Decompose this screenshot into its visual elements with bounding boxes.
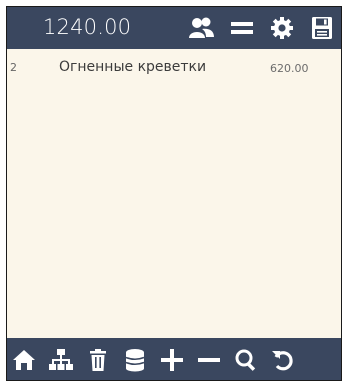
order-total: 1240.00 — [43, 15, 132, 39]
toolbar-actions — [10, 346, 341, 374]
refresh-icon[interactable] — [269, 347, 296, 374]
order-item-row[interactable]: 2 Огненные креветки 620.00 — [7, 53, 341, 77]
header-bar: 1240.00 — [7, 7, 341, 49]
plus-icon[interactable] — [158, 347, 185, 374]
users-icon[interactable] — [188, 15, 215, 42]
hierarchy-icon[interactable] — [47, 347, 74, 374]
header-actions — [188, 13, 335, 43]
item-price: 620.00 — [270, 62, 309, 75]
bottom-toolbar — [7, 338, 341, 380]
item-number: 2 — [10, 61, 17, 74]
minus-icon[interactable] — [195, 347, 222, 374]
item-name: Огненные креветки — [59, 59, 207, 75]
app-frame: 1240.00 2 Огненные креветки 620.00 — [6, 6, 342, 381]
search-icon[interactable] — [232, 347, 259, 374]
home-icon[interactable] — [10, 347, 37, 374]
menu-icon[interactable] — [228, 15, 255, 42]
order-items-list: 2 Огненные креветки 620.00 — [7, 49, 341, 338]
settings-icon[interactable] — [268, 15, 295, 42]
trash-icon[interactable] — [84, 347, 111, 374]
save-icon[interactable] — [308, 15, 335, 42]
database-icon[interactable] — [121, 347, 148, 374]
